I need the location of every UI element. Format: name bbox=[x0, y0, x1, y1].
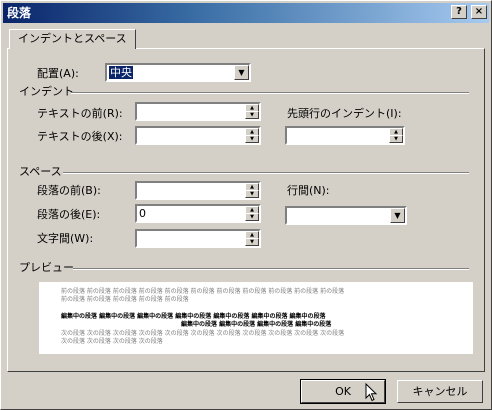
preview-prev-line: 前の段落 前の段落 前の段落 前の段落 前の段落 bbox=[61, 296, 189, 303]
spacing-after-label: 段落の後(E): bbox=[37, 208, 101, 221]
spacing-before-label: 段落の前(B): bbox=[37, 184, 101, 197]
spin-down-icon[interactable]: ▼ bbox=[389, 135, 403, 143]
char-spacing-label: 文字間(W): bbox=[37, 232, 94, 245]
indent-before-spinner[interactable]: ▲ ▼ bbox=[135, 102, 261, 121]
alignment-select[interactable]: 中央 ▼ bbox=[105, 63, 251, 82]
alignment-value: 中央 bbox=[109, 66, 133, 79]
chevron-down-icon[interactable]: ▼ bbox=[234, 65, 249, 80]
help-button[interactable]: ? bbox=[451, 5, 467, 19]
preview-box: 前の段落 前の段落 前の段落 前の段落 前の段落 前の段落 前の段落 前の段落 … bbox=[39, 282, 473, 354]
cancel-button[interactable]: キャンセル bbox=[397, 380, 483, 403]
spin-down-icon[interactable]: ▼ bbox=[245, 135, 259, 143]
close-button[interactable]: × bbox=[471, 5, 487, 19]
preview-current-line: 編集中の段落 編集中の段落 編集中の段落 編集中の段落 編集中の段落 編集中の段… bbox=[61, 313, 326, 320]
indent-section-title: インデント bbox=[19, 85, 74, 98]
preview-prev-line: 前の段落 前の段落 前の段落 前の段落 前の段落 前の段落 前の段落 前の段落 … bbox=[61, 288, 345, 295]
line-spacing-select[interactable]: ▼ bbox=[285, 206, 407, 225]
spacing-after-spinner[interactable]: 0 ▲ ▼ bbox=[135, 204, 261, 223]
indent-before-label: テキストの前(R): bbox=[37, 107, 123, 120]
indent-after-spinner[interactable]: ▲ ▼ bbox=[135, 126, 261, 145]
spin-down-icon[interactable]: ▼ bbox=[245, 238, 259, 246]
mouse-pointer-icon bbox=[365, 383, 378, 402]
preview-current-line: 編集中の段落 編集中の段落 編集中の段落 編集中の段落 bbox=[181, 321, 332, 328]
spacing-after-value: 0 bbox=[139, 207, 146, 220]
indent-divider bbox=[71, 92, 469, 94]
char-spacing-spinner[interactable]: ▲ ▼ bbox=[135, 229, 261, 248]
dialog-title: 段落 bbox=[7, 6, 32, 20]
line-spacing-label: 行間(N): bbox=[287, 184, 330, 197]
indent-after-label: テキストの後(X): bbox=[37, 130, 123, 143]
spin-down-icon[interactable]: ▼ bbox=[245, 111, 259, 119]
spin-down-icon[interactable]: ▼ bbox=[245, 190, 259, 198]
chevron-down-icon[interactable]: ▼ bbox=[390, 208, 405, 223]
spacing-divider bbox=[63, 172, 469, 174]
preview-divider bbox=[73, 268, 469, 270]
preview-next-line: 次の段落 次の段落 次の段落 次の段落 次の段落 次の段落 次の段落 次の段落 … bbox=[61, 330, 345, 337]
spacing-section-title: スペース bbox=[19, 165, 62, 178]
alignment-label: 配置(A): bbox=[37, 67, 79, 80]
paragraph-dialog: 段落 ? × インデントとスペース 配置(A): 中央 ▼ インデント テキスト… bbox=[0, 0, 492, 410]
title-bar: 段落 ? × bbox=[3, 3, 489, 23]
spacing-before-spinner[interactable]: ▲ ▼ bbox=[135, 181, 261, 200]
spin-down-icon[interactable]: ▼ bbox=[245, 213, 259, 221]
tab-indent-spacing[interactable]: インデントとスペース bbox=[9, 29, 136, 49]
preview-section-title: プレビュー bbox=[19, 261, 74, 274]
first-line-indent-spinner[interactable]: ▲ ▼ bbox=[285, 126, 405, 145]
first-line-indent-label: 先頭行のインデント(I): bbox=[287, 107, 402, 120]
preview-next-line: 次の段落 次の段落 次の段落 次の段落 bbox=[61, 338, 163, 345]
